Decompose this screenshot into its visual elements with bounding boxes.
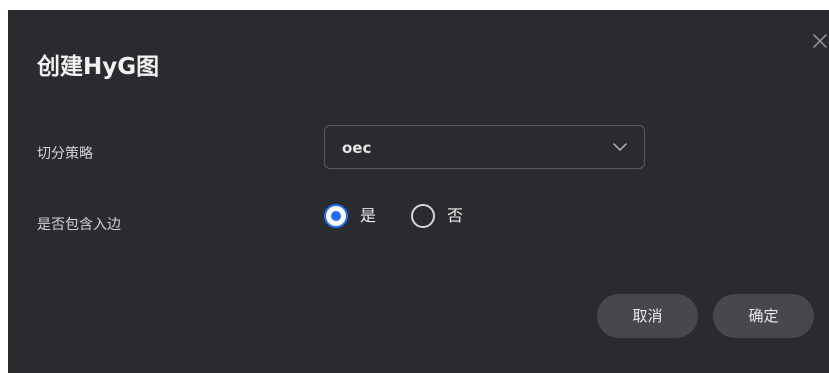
radio-no-label: 否 <box>447 206 464 225</box>
radio-checked-icon <box>324 204 348 228</box>
chevron-down-icon <box>613 143 627 151</box>
radio-yes-label: 是 <box>360 206 377 225</box>
dialog-title: 创建HyG图 <box>37 54 160 80</box>
strategy-select-value: oec <box>342 139 372 157</box>
create-hyg-dialog: 创建HyG图 切分策略 oec 是否包含入边 是 否 取消 确定 <box>8 10 829 373</box>
strategy-select[interactable]: oec <box>324 125 645 169</box>
strategy-label: 切分策略 <box>37 146 93 162</box>
confirm-button[interactable]: 确定 <box>713 294 814 338</box>
cancel-button[interactable]: 取消 <box>597 294 698 338</box>
close-icon[interactable] <box>811 32 829 50</box>
radio-unchecked-icon <box>411 204 435 228</box>
include-in-edge-label: 是否包含入边 <box>37 217 121 233</box>
